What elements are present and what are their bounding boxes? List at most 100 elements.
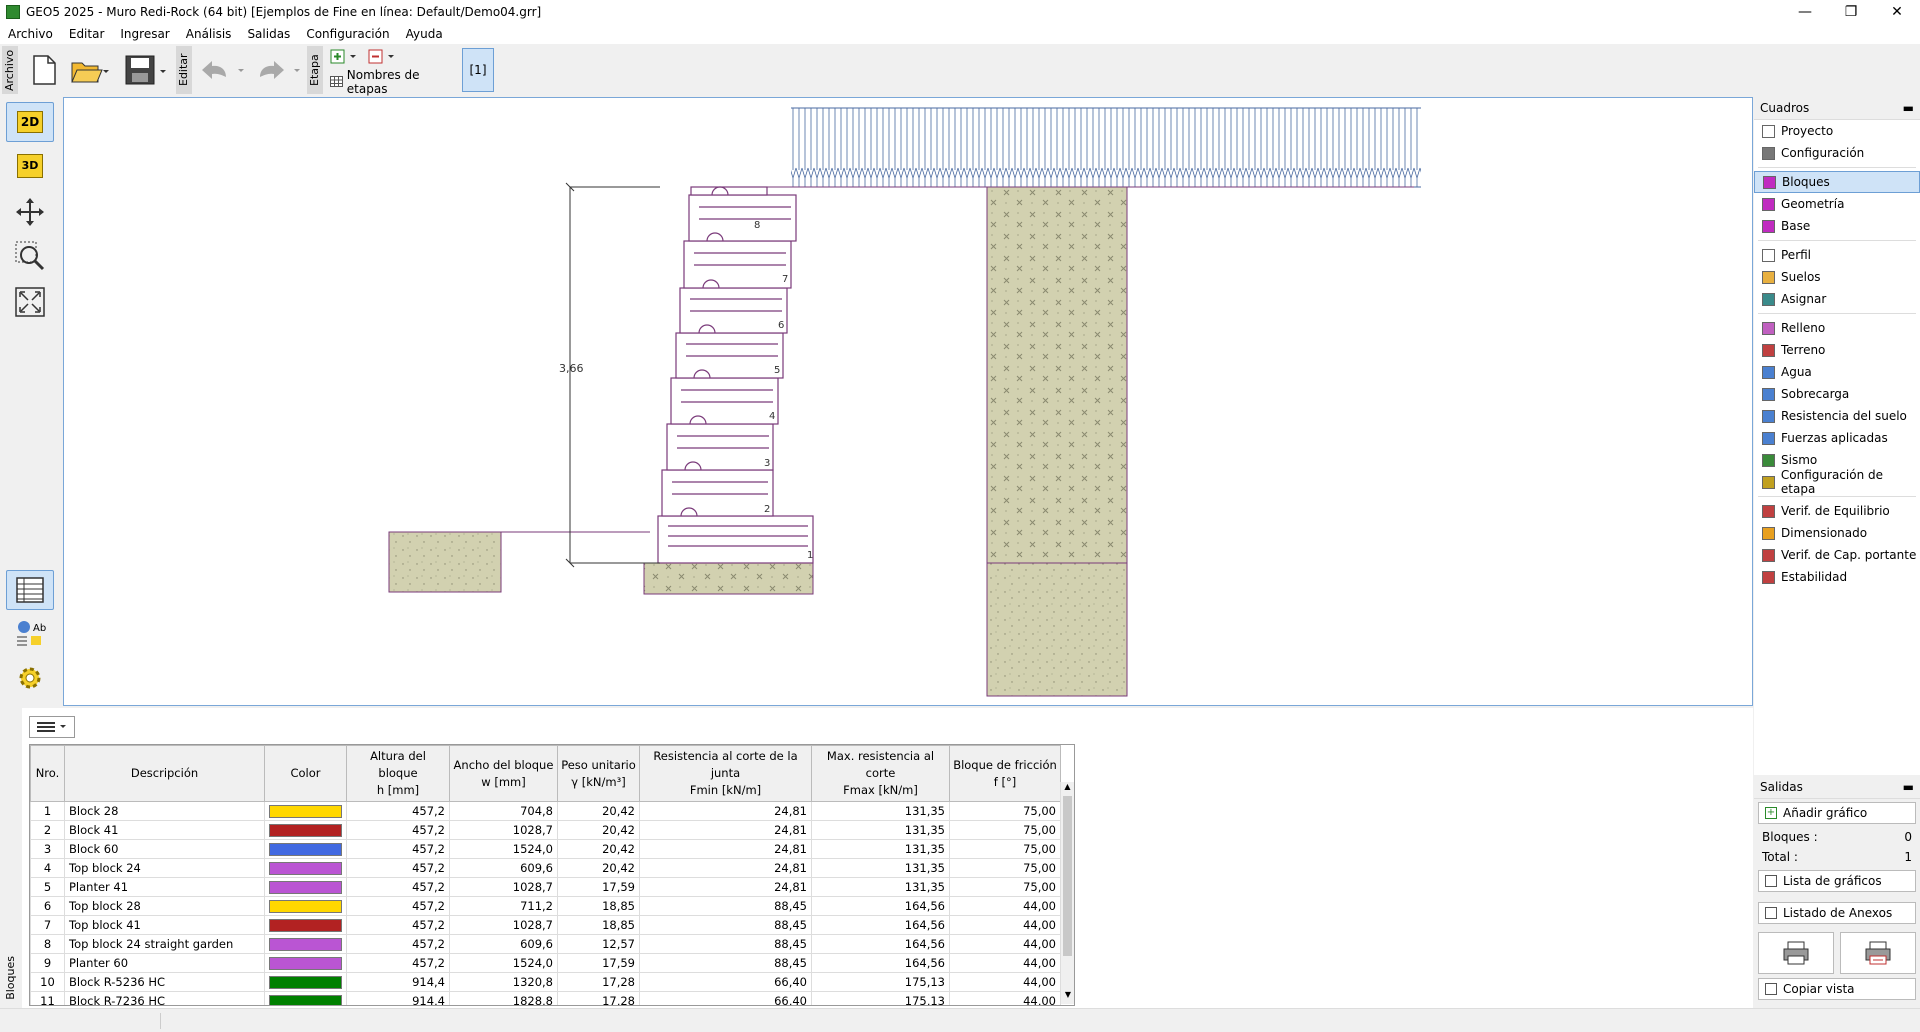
cell-n[interactable]: 6 [30, 896, 65, 916]
cell-w[interactable]: 1524,0 [449, 953, 558, 973]
frame-item-agua[interactable]: Agua [1754, 361, 1920, 383]
cell-g[interactable]: 20,42 [557, 820, 640, 840]
frame-item-resistencia-del-suelo[interactable]: Resistencia del suelo [1754, 405, 1920, 427]
cell-color[interactable] [264, 858, 347, 878]
cell-f[interactable]: 44,00 [949, 972, 1061, 992]
cell-n[interactable]: 3 [30, 839, 65, 859]
frame-item-base[interactable]: Base [1754, 215, 1920, 237]
cell-f[interactable]: 75,00 [949, 858, 1061, 878]
cell-w[interactable]: 609,6 [449, 934, 558, 954]
table-view-button[interactable] [6, 570, 54, 610]
cell-f[interactable]: 44,00 [949, 896, 1061, 916]
frame-item-asignar[interactable]: Asignar [1754, 288, 1920, 310]
cell-fmax[interactable]: 131,35 [811, 877, 950, 897]
cell-w[interactable]: 1028,7 [449, 820, 558, 840]
cell-n[interactable]: 10 [30, 972, 65, 992]
frame-item-suelos[interactable]: Suelos [1754, 266, 1920, 288]
cell-desc[interactable]: Block 28 [64, 801, 265, 821]
cell-w[interactable]: 1320,8 [449, 972, 558, 992]
menu-ayuda[interactable]: Ayuda [398, 27, 451, 41]
column-header[interactable]: Color [264, 745, 347, 802]
menu-archivo[interactable]: Archivo [0, 27, 61, 41]
cell-fmax[interactable]: 131,35 [811, 858, 950, 878]
cell-h[interactable]: 914,4 [346, 972, 450, 992]
cell-fmax[interactable]: 175,13 [811, 972, 950, 992]
cell-fmin[interactable]: 66,40 [639, 972, 812, 992]
frame-item-fuerzas-aplicadas[interactable]: Fuerzas aplicadas [1754, 427, 1920, 449]
frame-item-verif-de-cap-portante[interactable]: Verif. de Cap. portante [1754, 544, 1920, 566]
cell-w[interactable]: 1028,7 [449, 915, 558, 935]
cell-fmin[interactable]: 24,81 [639, 820, 812, 840]
cell-color[interactable] [264, 877, 347, 897]
cell-fmax[interactable]: 175,13 [811, 991, 950, 1005]
table-menu-button[interactable] [29, 716, 75, 738]
column-header[interactable]: Ancho del bloque w [mm] [449, 745, 558, 802]
cell-h[interactable]: 457,2 [346, 953, 450, 973]
cell-w[interactable]: 609,6 [449, 858, 558, 878]
cell-fmax[interactable]: 164,56 [811, 934, 950, 954]
cell-desc[interactable]: Top block 41 [64, 915, 265, 935]
menu-analisis[interactable]: Análisis [178, 27, 240, 41]
cell-w[interactable]: 1524,0 [449, 839, 558, 859]
scroll-thumb[interactable] [1063, 796, 1072, 956]
cell-n[interactable]: 11 [30, 991, 65, 1005]
cell-fmin[interactable]: 24,81 [639, 801, 812, 821]
cell-desc[interactable]: Block R-7236 HC [64, 991, 265, 1005]
new-file-button[interactable] [28, 52, 60, 88]
add-stage-button[interactable] [330, 48, 360, 66]
cell-fmin[interactable]: 88,45 [639, 953, 812, 973]
column-header[interactable]: Resistencia al corte de la junta Fmin [kN… [639, 745, 812, 802]
cell-fmax[interactable]: 131,35 [811, 820, 950, 840]
cell-desc[interactable]: Top block 24 [64, 858, 265, 878]
table-row[interactable]: 7 Top block 41 457,2 1028,7 18,85 88,45 164,56… [30, 915, 1061, 935]
cell-fmin[interactable]: 66,40 [639, 991, 812, 1005]
scroll-down-icon[interactable]: ▼ [1061, 990, 1075, 1004]
cell-desc[interactable]: Top block 28 [64, 896, 265, 916]
settings-button[interactable] [6, 658, 54, 698]
annex-list-button[interactable]: Listado de Anexos [1758, 902, 1916, 924]
menu-editar[interactable]: Editar [61, 27, 113, 41]
cell-fmax[interactable]: 164,56 [811, 953, 950, 973]
cell-h[interactable]: 914,4 [346, 991, 450, 1005]
cell-fmin[interactable]: 88,45 [639, 934, 812, 954]
print-button[interactable] [1758, 932, 1834, 974]
cell-w[interactable]: 1028,7 [449, 877, 558, 897]
cell-g[interactable]: 12,57 [557, 934, 640, 954]
frame-item-perfil[interactable]: Perfil [1754, 244, 1920, 266]
cell-fmin[interactable]: 24,81 [639, 877, 812, 897]
cell-h[interactable]: 457,2 [346, 839, 450, 859]
add-chart-button[interactable]: + Añadir gráfico [1758, 802, 1916, 824]
menu-configuracion[interactable]: Configuración [298, 27, 397, 41]
cell-desc[interactable]: Planter 60 [64, 953, 265, 973]
cell-fmax[interactable]: 131,35 [811, 839, 950, 859]
frame-item-configuración-de-etapa[interactable]: Configuración de etapa [1754, 468, 1920, 496]
cell-g[interactable]: 20,42 [557, 839, 640, 859]
frame-item-configuración[interactable]: Configuración [1754, 142, 1920, 164]
redo-button[interactable] [256, 54, 306, 86]
frame-item-geometría[interactable]: Geometría [1754, 193, 1920, 215]
scroll-up-icon[interactable]: ▲ [1061, 782, 1074, 796]
table-row[interactable]: 5 Planter 41 457,2 1028,7 17,59 24,81 131,35 75… [30, 877, 1061, 897]
cell-f[interactable]: 44,00 [949, 934, 1061, 954]
cell-color[interactable] [264, 839, 347, 859]
table-row[interactable]: 3 Block 60 457,2 1524,0 20,42 24,81 131,35 75,0… [30, 839, 1061, 859]
cell-g[interactable]: 18,85 [557, 915, 640, 935]
frame-item-verif-de-equilibrio[interactable]: Verif. de Equilibrio [1754, 500, 1920, 522]
cell-n[interactable]: 8 [30, 934, 65, 954]
cell-f[interactable]: 75,00 [949, 801, 1061, 821]
cell-fmin[interactable]: 24,81 [639, 839, 812, 859]
collapse-icon[interactable]: ▬ [1903, 780, 1914, 794]
cell-n[interactable]: 7 [30, 915, 65, 935]
cell-g[interactable]: 17,59 [557, 953, 640, 973]
column-header[interactable]: Descripción [64, 745, 265, 802]
cell-h[interactable]: 457,2 [346, 801, 450, 821]
cell-color[interactable] [264, 896, 347, 916]
cell-color[interactable] [264, 972, 347, 992]
frame-item-estabilidad[interactable]: Estabilidad [1754, 566, 1920, 588]
column-header[interactable]: Altura del bloque h [mm] [346, 745, 450, 802]
cell-desc[interactable]: Block R-5236 HC [64, 972, 265, 992]
table-row[interactable]: 9 Planter 60 457,2 1524,0 17,59 88,45 164,56 44… [30, 953, 1061, 973]
cell-g[interactable]: 17,28 [557, 991, 640, 1005]
frame-item-relleno[interactable]: Relleno [1754, 317, 1920, 339]
frame-item-dimensionado[interactable]: Dimensionado [1754, 522, 1920, 544]
